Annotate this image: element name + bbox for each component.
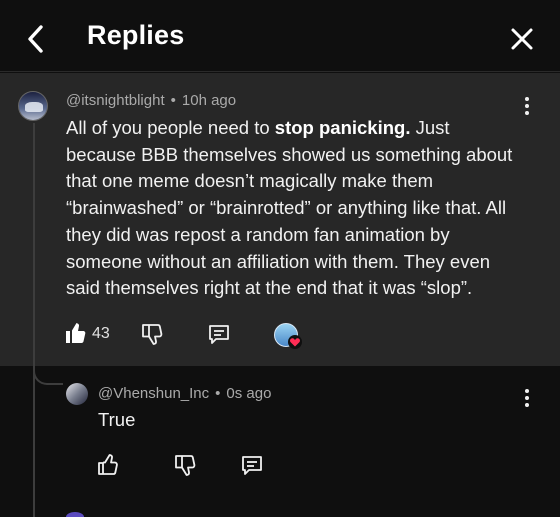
thread-branch xyxy=(33,363,63,385)
comment-icon xyxy=(209,325,229,344)
reply-meta: @Vhenshun_Inc • 0s ago xyxy=(98,385,271,402)
thumbs-down-icon xyxy=(142,324,163,345)
dislike-button[interactable] xyxy=(140,322,164,351)
dislike-button[interactable] xyxy=(173,453,197,482)
thumbs-down-icon xyxy=(175,455,196,476)
comment-meta: @itsnightblight • 10h ago xyxy=(66,92,236,109)
like-button[interactable] xyxy=(96,453,120,482)
close-icon xyxy=(511,28,533,50)
comment-text-bold: stop panicking. xyxy=(274,117,411,138)
more-options-button[interactable] xyxy=(517,94,537,118)
like-count: 43 xyxy=(92,325,110,342)
thumbs-up-icon xyxy=(98,454,118,475)
like-button[interactable] xyxy=(64,321,88,350)
reply-button[interactable] xyxy=(240,453,264,482)
thread-line xyxy=(33,123,35,517)
avatar[interactable] xyxy=(66,512,84,517)
avatar[interactable] xyxy=(66,383,88,405)
more-options-button[interactable] xyxy=(517,386,537,410)
page-title: Replies xyxy=(87,20,185,50)
creator-heart-badge xyxy=(288,335,302,349)
comment-text-start: All of you people need to xyxy=(66,117,275,138)
comment-icon xyxy=(242,456,262,475)
avatar-detail xyxy=(25,102,43,112)
reply-author[interactable]: @Vhenshun_Inc xyxy=(98,385,209,402)
reply-time[interactable]: 0s ago xyxy=(226,385,271,402)
meta-separator: • xyxy=(215,385,221,402)
comment-time[interactable]: 10h ago xyxy=(182,92,236,109)
reply-button[interactable] xyxy=(207,322,231,351)
comment-text: All of you people need to stop panicking… xyxy=(66,115,516,302)
reply-text: True xyxy=(98,409,136,430)
heart-icon xyxy=(288,335,302,349)
close-button[interactable] xyxy=(506,22,538,56)
thumbs-up-filled-icon xyxy=(66,323,86,343)
comment-author[interactable]: @itsnightblight xyxy=(66,92,165,109)
chevron-left-icon xyxy=(28,25,43,53)
meta-separator: • xyxy=(170,92,176,109)
comment-text-end: Just because BBB themselves showed us so… xyxy=(66,117,513,299)
back-button[interactable] xyxy=(22,22,52,56)
replies-header: Replies xyxy=(0,0,560,72)
avatar[interactable] xyxy=(18,91,48,121)
